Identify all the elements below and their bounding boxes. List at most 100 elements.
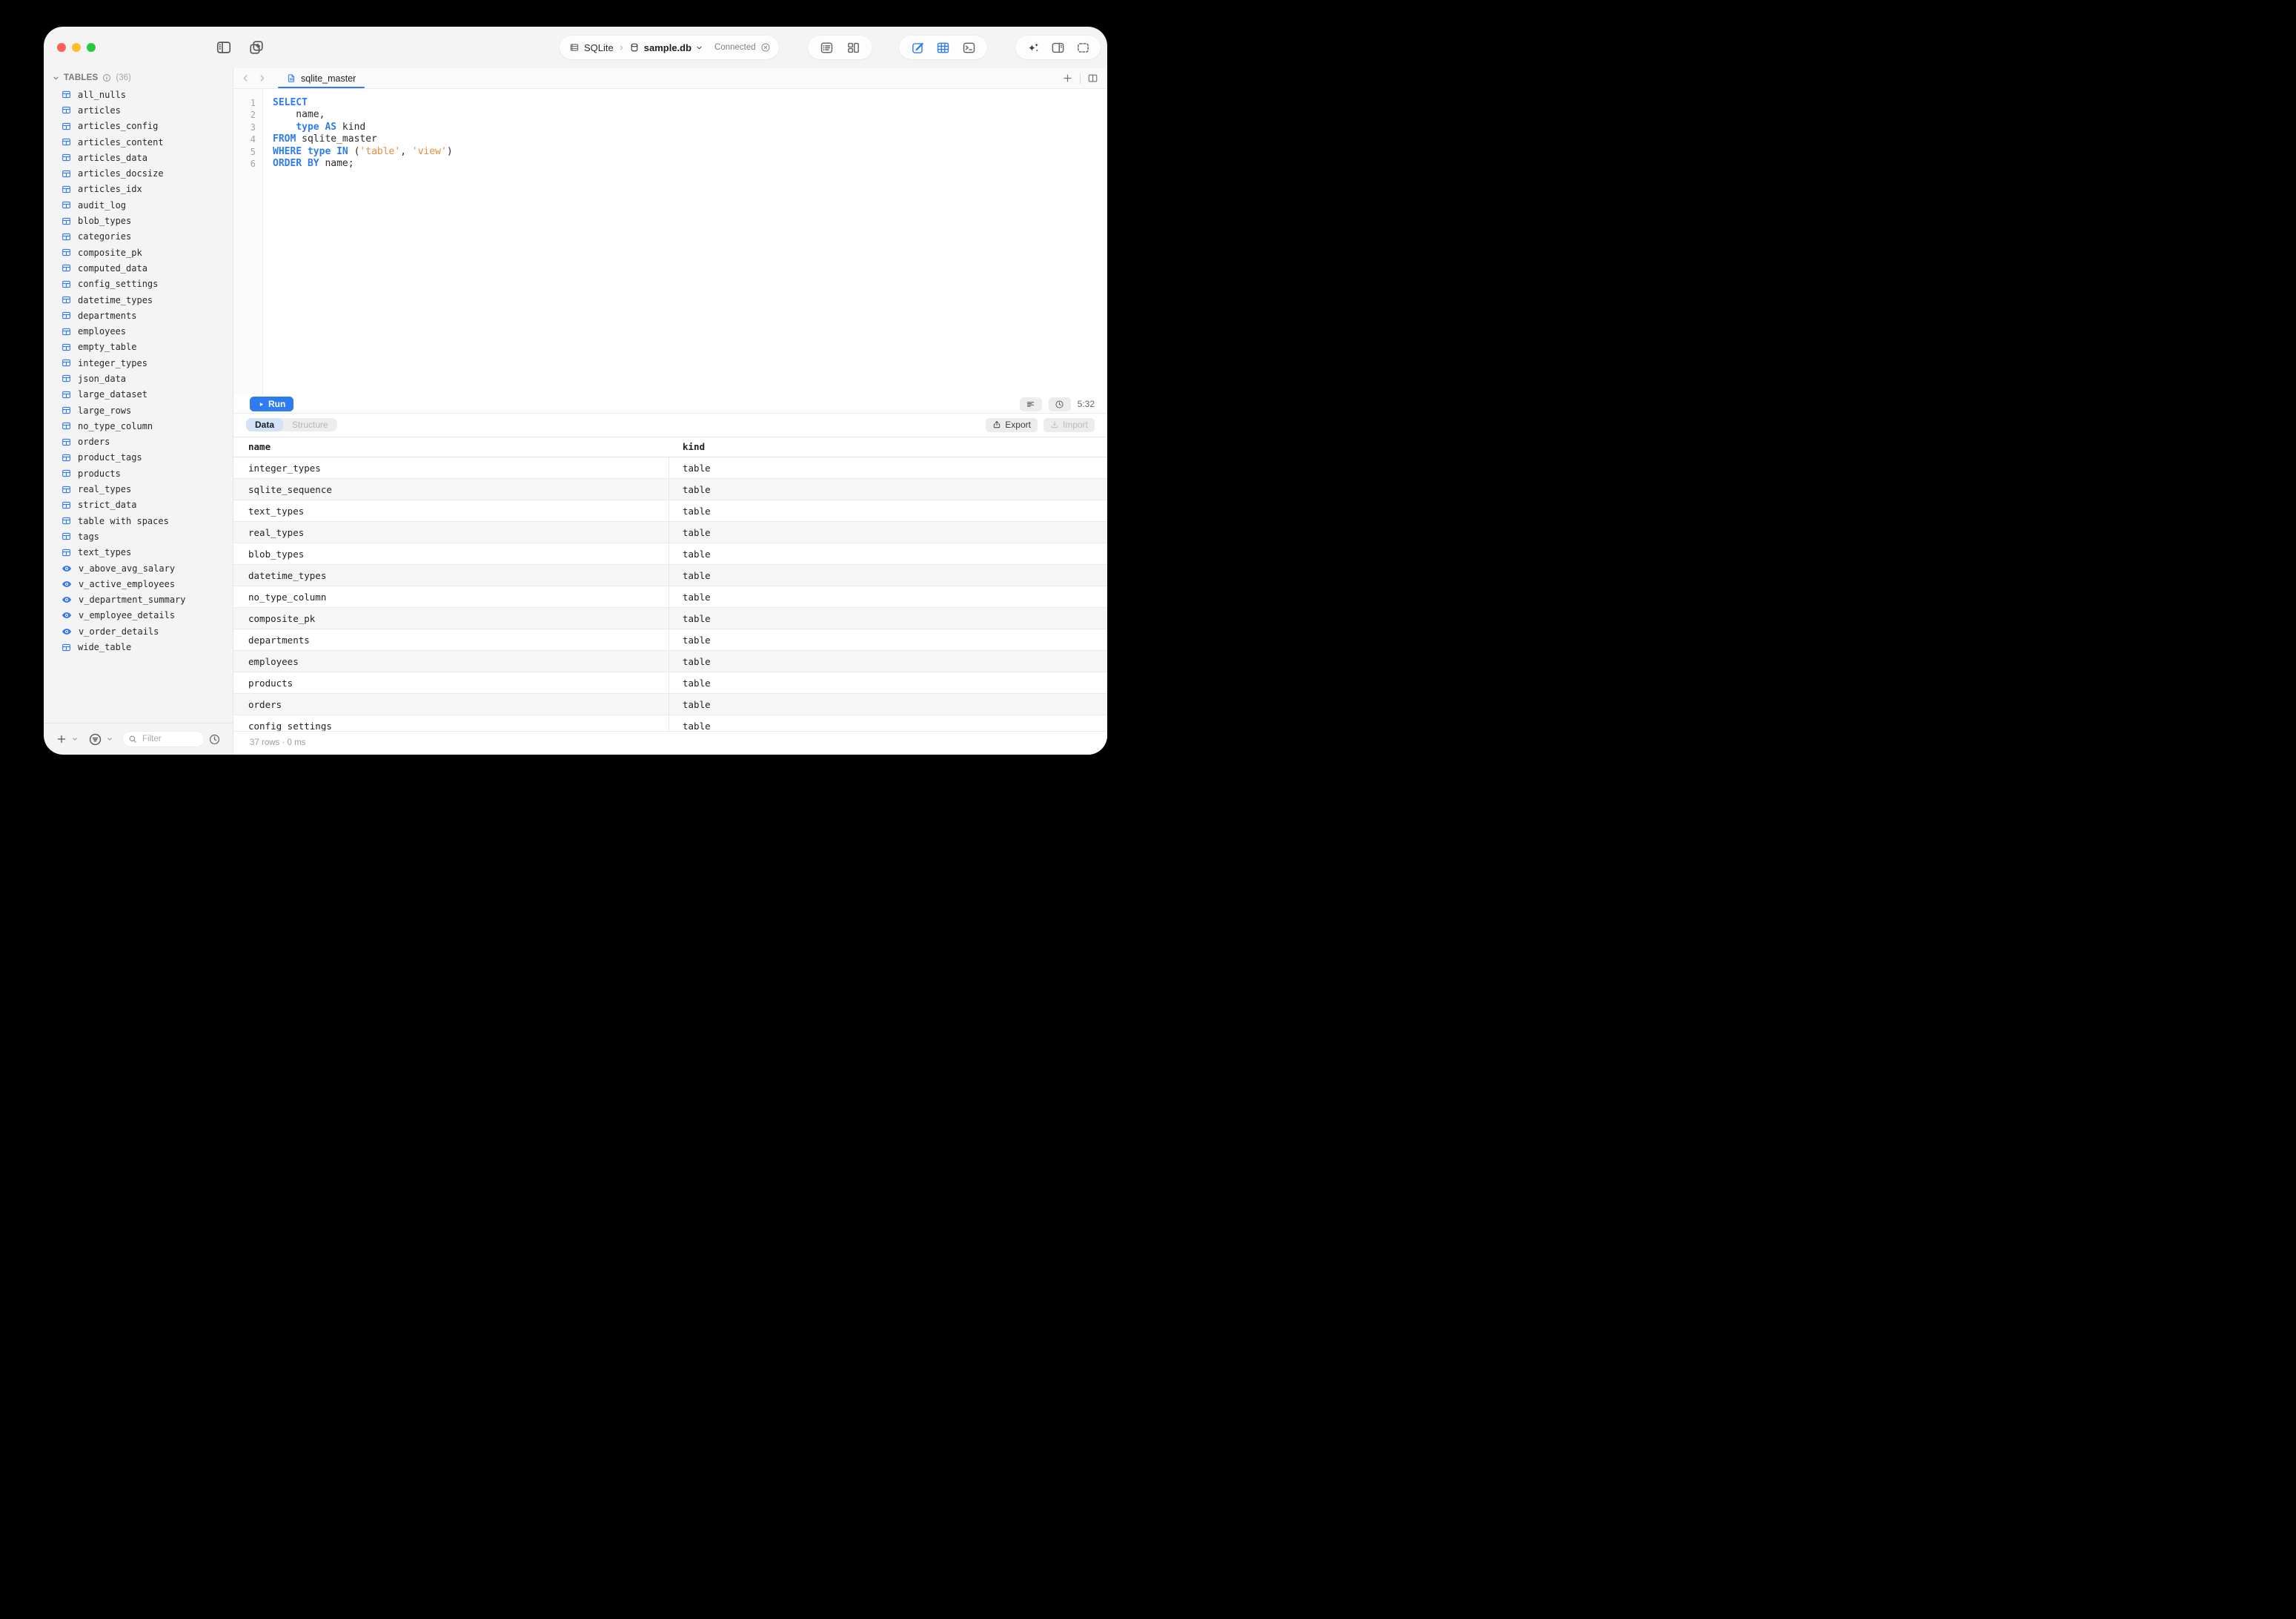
table-view-button[interactable] (936, 41, 950, 55)
play-icon (258, 401, 265, 408)
gallery-view-button[interactable] (846, 41, 860, 55)
code-line[interactable]: ORDER BY name; (273, 158, 1107, 170)
table-row[interactable]: products table (233, 672, 1107, 694)
code-line[interactable]: SELECT (273, 97, 1107, 110)
sidebar-item-table-with-spaces[interactable]: table with spaces (44, 513, 233, 529)
code-area[interactable]: SELECT name, type AS kind FROM sqlite_mas… (263, 89, 1107, 395)
sidebar-item-v_order_details[interactable]: v_order_details (44, 623, 233, 639)
code-line[interactable]: FROM sqlite_master (273, 133, 1107, 146)
sidebar-item-articles_idx[interactable]: articles_idx (44, 182, 233, 197)
sidebar-item-articles[interactable]: articles (44, 102, 233, 118)
table-row[interactable]: integer_types table (233, 457, 1107, 479)
sidebar-item-label: audit_log (78, 199, 127, 211)
sidebar-toggle-icon[interactable] (216, 39, 232, 56)
table-row[interactable]: sqlite_sequence table (233, 479, 1107, 500)
column-header-name[interactable]: name (233, 441, 669, 452)
minimize-window-button[interactable] (72, 43, 81, 52)
ai-assistant-button[interactable] (1026, 41, 1041, 55)
filter-options-button[interactable] (88, 732, 102, 746)
sidebar-item-v_active_employees[interactable]: v_active_employees (44, 576, 233, 592)
focus-mode-button[interactable] (1076, 41, 1090, 55)
column-header-kind[interactable]: kind (669, 441, 705, 452)
code-line[interactable]: WHERE type IN ('table', 'view') (273, 146, 1107, 159)
table-row[interactable]: datetime_types table (233, 565, 1107, 586)
sidebar-item-categories[interactable]: categories (44, 229, 233, 245)
add-table-button[interactable] (56, 733, 67, 745)
close-window-button[interactable] (57, 43, 66, 52)
list-view-button[interactable] (820, 41, 834, 55)
sidebar-item-large_rows[interactable]: large_rows (44, 403, 233, 418)
run-query-button[interactable]: Run (250, 397, 294, 411)
sidebar-item-composite_pk[interactable]: composite_pk (44, 245, 233, 260)
table-row[interactable]: text_types table (233, 500, 1107, 522)
sidebar-item-strict_data[interactable]: strict_data (44, 497, 233, 513)
code-line[interactable]: name, (273, 109, 1107, 122)
connection-breadcrumb[interactable]: SQLite sample.db Connected (560, 36, 779, 59)
sidebar-item-articles_content[interactable]: articles_content (44, 134, 233, 150)
sidebar-item-json_data[interactable]: json_data (44, 371, 233, 386)
code-line[interactable]: type AS kind (273, 122, 1107, 134)
filter-input[interactable] (141, 734, 199, 744)
sidebar-item-articles_data[interactable]: articles_data (44, 150, 233, 165)
right-panel-toggle-button[interactable] (1051, 41, 1065, 55)
table-row[interactable]: config_settings table (233, 715, 1107, 731)
sidebar-item-orders[interactable]: orders (44, 434, 233, 450)
new-tab-button[interactable] (1062, 73, 1073, 84)
sidebar-item-employees[interactable]: employees (44, 323, 233, 339)
sidebar-item-v_above_avg_salary[interactable]: v_above_avg_salary (44, 560, 233, 576)
info-icon[interactable] (102, 73, 111, 82)
disconnect-icon[interactable] (760, 42, 771, 53)
import-button[interactable]: Import (1043, 417, 1095, 432)
query-history-button[interactable] (1048, 397, 1071, 411)
query-editor-button[interactable] (911, 41, 925, 55)
sidebar-item-integer_types[interactable]: integer_types (44, 355, 233, 371)
export-button[interactable]: Export (986, 417, 1038, 432)
sidebar-item-real_types[interactable]: real_types (44, 481, 233, 497)
chevron-down-icon[interactable] (72, 736, 78, 742)
chevron-down-icon[interactable] (696, 44, 703, 51)
sidebar-item-all_nulls[interactable]: all_nulls (44, 87, 233, 102)
sidebar-item-product_tags[interactable]: product_tags (44, 450, 233, 466)
terminal-button[interactable] (962, 41, 976, 55)
filter-search-field[interactable] (123, 732, 204, 746)
sidebar-item-v_employee_details[interactable]: v_employee_details (44, 608, 233, 623)
split-view-button[interactable] (1087, 73, 1098, 84)
sidebar-item-audit_log[interactable]: audit_log (44, 197, 233, 213)
table-row[interactable]: departments table (233, 629, 1107, 651)
sidebar-item-blob_types[interactable]: blob_types (44, 213, 233, 228)
sidebar-item-articles_config[interactable]: articles_config (44, 119, 233, 134)
back-button[interactable] (241, 73, 250, 83)
sidebar-item-empty_table[interactable]: empty_table (44, 340, 233, 355)
table-row[interactable]: no_type_column table (233, 586, 1107, 608)
sql-editor[interactable]: 1 2 345 6 SELECT name, type AS kind FROM sql… (233, 89, 1107, 395)
tab-structure[interactable]: Structure (283, 418, 337, 431)
sidebar-item-label: articles_config (78, 121, 159, 132)
format-query-button[interactable] (1019, 397, 1042, 411)
sidebar-item-large_dataset[interactable]: large_dataset (44, 387, 233, 403)
sidebar-item-tags[interactable]: tags (44, 529, 233, 544)
tab-data[interactable]: Data (246, 418, 284, 432)
sidebar-item-no_type_column[interactable]: no_type_column (44, 418, 233, 434)
tab-sqlite-master[interactable]: sqlite_master (278, 68, 365, 88)
tables-section-header[interactable]: TABLES (36) (44, 70, 233, 85)
sidebar-item-config_settings[interactable]: config_settings (44, 277, 233, 292)
sidebar-item-wide_table[interactable]: wide_table (44, 639, 233, 655)
sidebar-item-datetime_types[interactable]: datetime_types (44, 292, 233, 308)
forward-button[interactable] (257, 73, 267, 83)
sidebar-item-computed_data[interactable]: computed_data (44, 260, 233, 276)
table-row[interactable]: composite_pk table (233, 608, 1107, 629)
table-icon (62, 311, 71, 320)
table-row[interactable]: orders table (233, 694, 1107, 715)
sidebar-item-products[interactable]: products (44, 466, 233, 481)
sidebar-item-text_types[interactable]: text_types (44, 545, 233, 560)
zoom-window-button[interactable] (87, 43, 96, 52)
sidebar-item-v_department_summary[interactable]: v_department_summary (44, 592, 233, 608)
table-row[interactable]: blob_types table (233, 543, 1107, 565)
table-row[interactable]: real_types table (233, 522, 1107, 543)
history-icon[interactable] (208, 733, 221, 746)
sidebar-item-articles_docsize[interactable]: articles_docsize (44, 165, 233, 181)
new-query-button[interactable] (248, 39, 265, 56)
sidebar-item-departments[interactable]: departments (44, 308, 233, 323)
chevron-down-icon[interactable] (107, 736, 113, 742)
table-row[interactable]: employees table (233, 651, 1107, 672)
